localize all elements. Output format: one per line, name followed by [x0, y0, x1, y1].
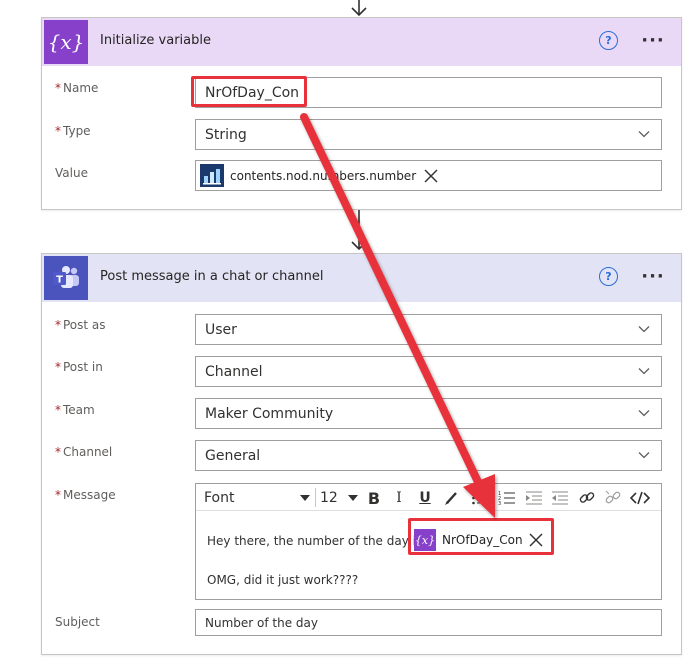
annotation-arrow — [300, 113, 495, 518]
